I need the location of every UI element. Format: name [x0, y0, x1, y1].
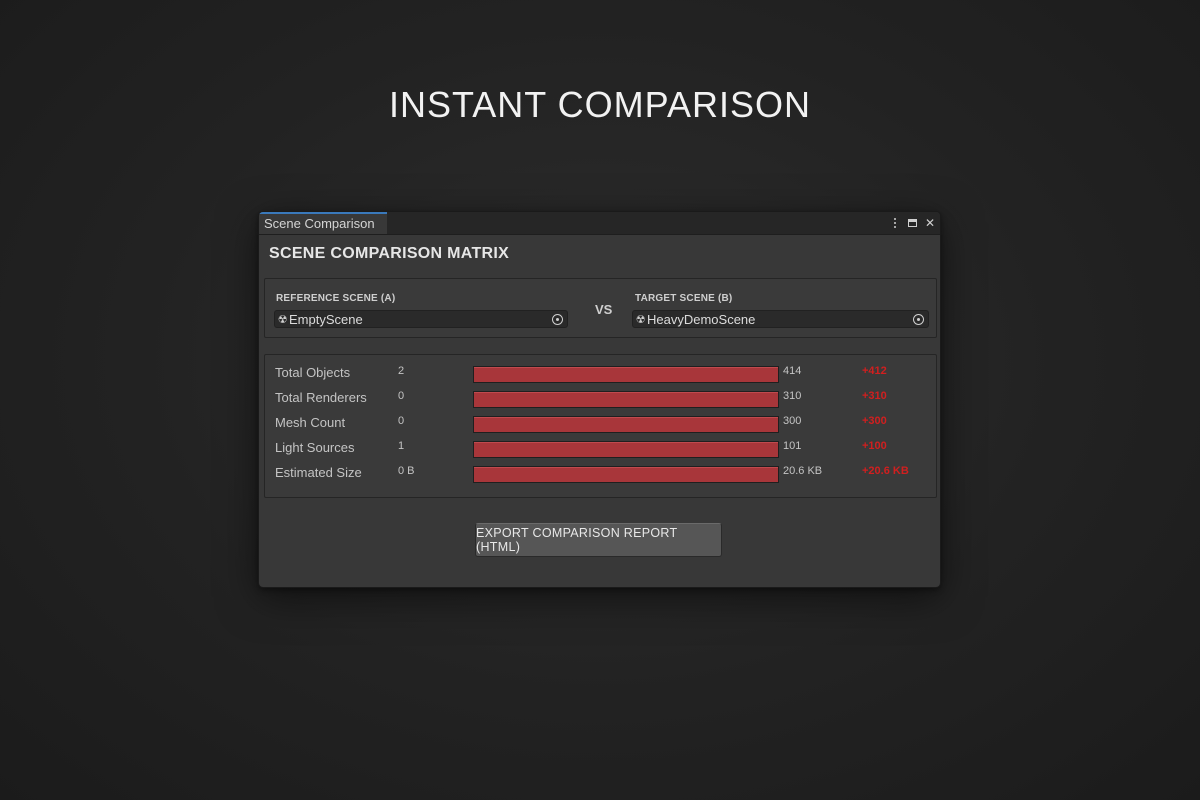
target-scene-label: TARGET SCENE (B) [635, 293, 733, 304]
object-picker-icon[interactable] [552, 313, 563, 325]
reference-scene-label: REFERENCE SCENE (A) [276, 293, 396, 304]
scene-asset-icon: ☢ [635, 313, 646, 326]
vs-label: VS [595, 302, 613, 317]
metric-row: Total Renderers 0 310 +310 [265, 380, 936, 408]
reference-scene-value: EmptyScene [289, 311, 363, 327]
metrics-table: Total Objects 2 414 +412 Total Renderers… [264, 354, 937, 498]
maximize-icon [907, 219, 917, 227]
metric-bar-fill [474, 467, 778, 482]
metric-diff: +412 [862, 365, 887, 377]
metric-value-a: 0 [398, 415, 405, 427]
maximize-button[interactable] [906, 214, 918, 232]
metric-value-b: 310 [783, 390, 802, 402]
scene-selector-panel: REFERENCE SCENE (A) ☢ EmptyScene VS TARG… [264, 278, 937, 338]
metric-value-a: 2 [398, 365, 405, 377]
target-scene-field[interactable]: ☢ HeavyDemoScene [632, 310, 929, 328]
scene-comparison-window: Scene Comparison ✕ SCENE COMPARISON MATR… [258, 211, 941, 588]
export-report-button[interactable]: EXPORT COMPARISON REPORT (HTML) [475, 523, 722, 557]
page-title: SCENE COMPARISON MATRIX [269, 245, 510, 262]
metric-label: Mesh Count [275, 415, 346, 430]
scene-asset-icon: ☢ [277, 313, 288, 326]
close-icon[interactable]: ✕ [924, 214, 936, 232]
metric-value-b: 414 [783, 365, 802, 377]
metric-value-b: 101 [783, 440, 802, 452]
metric-diff: +20.6 KB [862, 465, 909, 477]
window-controls: ✕ [890, 214, 936, 232]
metric-value-a: 0 B [398, 465, 415, 477]
metric-label: Total Objects [275, 365, 351, 380]
metric-row: Mesh Count 0 300 +300 [265, 405, 936, 433]
kebab-menu-icon[interactable] [890, 218, 900, 228]
metric-label: Total Renderers [275, 390, 367, 405]
metric-row: Light Sources 1 101 +100 [265, 430, 936, 458]
object-picker-icon[interactable] [913, 313, 924, 325]
tab-scene-comparison[interactable]: Scene Comparison [259, 212, 387, 234]
metric-bar [473, 466, 779, 483]
reference-scene-field[interactable]: ☢ EmptyScene [274, 310, 568, 328]
metric-label: Light Sources [275, 440, 355, 455]
metric-value-a: 1 [398, 440, 405, 452]
metric-row: Total Objects 2 414 +412 [265, 355, 936, 383]
metric-label: Estimated Size [275, 465, 362, 480]
target-scene-value: HeavyDemoScene [647, 311, 756, 327]
metric-diff: +300 [862, 415, 887, 427]
metric-row: Estimated Size 0 B 20.6 KB +20.6 KB [265, 455, 936, 483]
hero-title: INSTANT COMPARISON [388, 84, 812, 125]
metric-value-b: 20.6 KB [783, 465, 823, 477]
metric-value-b: 300 [783, 415, 802, 427]
tab-bar: Scene Comparison ✕ [259, 212, 940, 235]
metric-value-a: 0 [398, 390, 405, 402]
metric-diff: +310 [862, 390, 887, 402]
metric-diff: +100 [862, 440, 887, 452]
